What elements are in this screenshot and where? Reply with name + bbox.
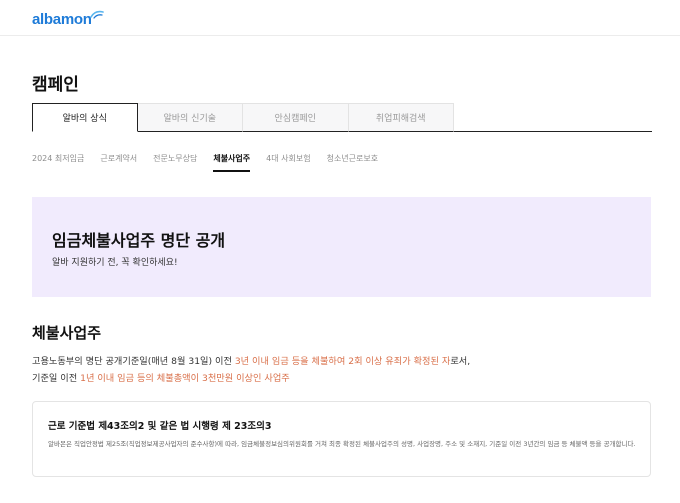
law-text: 알바몬은 직업안정법 제25조(직업정보제공사업자의 준수사항)에 따라, 임금… [48, 440, 636, 448]
law-title: 근로 기준법 제43조의2 및 같은 법 시행령 제 23조의3 [48, 421, 272, 432]
highlight-text: 1년 이내 임금 등의 체불총액이 3천만원 이상인 사업주 [80, 373, 290, 384]
campaign-banner: 임금체불사업주 명단 공개 알바 지원하기 전, 꼭 확인하세요! [32, 197, 651, 297]
subtab-labor-contract[interactable]: 근로계약서 [100, 153, 137, 172]
logo-text: albamon [32, 11, 92, 28]
banner-subtitle: 알바 지원하기 전, 꼭 확인하세요! [52, 258, 178, 268]
law-info-box: 근로 기준법 제43조의2 및 같은 법 시행령 제 23조의3 알바몬은 직업… [32, 401, 651, 477]
subtab-labor-consulting[interactable]: 전문노무상담 [153, 153, 197, 172]
page-title: 캠페인 [32, 75, 79, 95]
tab-alba-knowledge[interactable]: 알바의 상식 [32, 103, 138, 132]
top-bar: albamon [0, 0, 680, 36]
tab-safe-campaign[interactable]: 안심캠페인 [243, 103, 349, 132]
sub-tabs: 2024 최저임금 근로계약서 전문노무상담 체불사업주 4대 사회보험 청소년… [32, 153, 394, 172]
banner-title: 임금체불사업주 명단 공개 [52, 231, 226, 250]
subtab-minimum-wage[interactable]: 2024 최저임금 [32, 153, 84, 172]
section-title: 체불사업주 [32, 324, 102, 342]
tabs-divider [454, 131, 652, 132]
tab-employment-damage-search[interactable]: 취업피해검색 [348, 103, 454, 132]
subtab-delinquent-employer[interactable]: 체불사업주 [213, 153, 251, 172]
main-tabs: 알바의 상식 알바의 신기술 안심캠페인 취업피해검색 [32, 103, 454, 132]
logo-wave-icon [89, 10, 104, 19]
description-line-2: 기준일 이전 1년 이내 임금 등의 체불총액이 3천만원 이상인 사업주 [32, 373, 290, 384]
description-line-1: 고용노동부의 명단 공개기준일(매년 8월 31일) 이전 3년 이내 임금 등… [32, 356, 471, 367]
section-description: 고용노동부의 명단 공개기준일(매년 8월 31일) 이전 3년 이내 임금 등… [32, 353, 470, 387]
tab-alba-new-tech[interactable]: 알바의 신기술 [137, 103, 243, 132]
subtab-youth-labor-protection[interactable]: 청소년근로보호 [327, 153, 379, 172]
subtab-social-insurance[interactable]: 4대 사회보험 [266, 153, 310, 172]
highlight-text: 3년 이내 임금 등을 체불하여 2회 이상 유죄가 확정된 자 [234, 356, 451, 367]
albamon-logo[interactable]: albamon [32, 9, 104, 28]
